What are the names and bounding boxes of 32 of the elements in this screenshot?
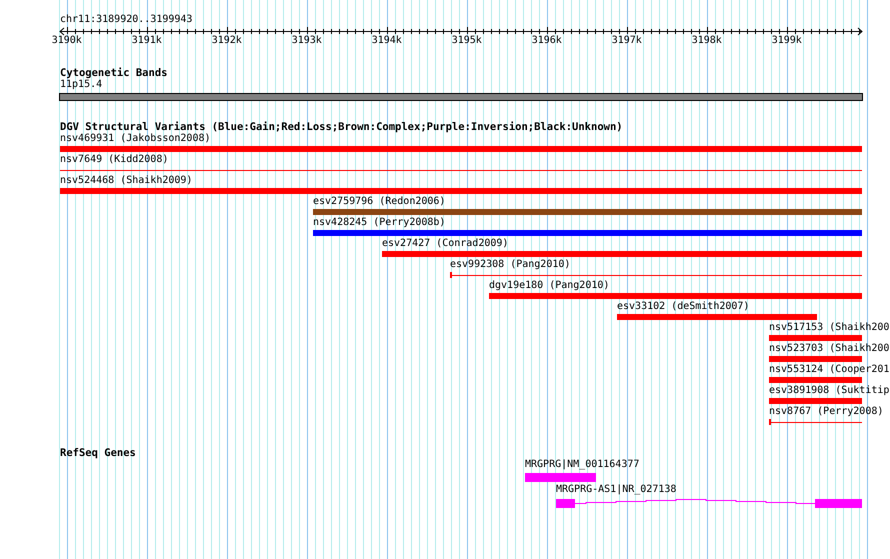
variant-label: esv992308 (Pang2010) <box>450 259 570 271</box>
tick-label: 3190k <box>52 35 82 47</box>
band-label: 11p15.4 <box>60 79 102 91</box>
tick-label: 3192k <box>212 35 242 47</box>
tick-label: 3194k <box>372 35 402 47</box>
tick-label: 3195k <box>452 35 482 47</box>
variant-label: nsv553124 (Cooper201 <box>769 364 890 376</box>
track-title: DGV Structural Variants (Blue:Gain;Red:Loss;Brown:Complex;Purple:Inversion;Black:Unknown) <box>60 121 623 133</box>
track-title: Cytogenetic Bands <box>60 67 168 79</box>
tick-label: 3196k <box>532 35 562 47</box>
variant-label: nsv517153 (Shaikh200 <box>769 322 890 334</box>
variant-label: esv3891908 (Suktitip <box>769 385 890 397</box>
variant-label: nsv523703 (Shaikh200 <box>769 343 890 355</box>
gene-label: MRGPRG-AS1|NR_027138 <box>556 484 676 496</box>
variant-label: esv27427 (Conrad2009) <box>382 238 508 250</box>
variant-label: esv33102 (deSmith2007) <box>617 301 750 313</box>
variant-label: nsv8767 (Perry2008) <box>769 406 884 418</box>
variant-label: nsv428245 (Perry2008b) <box>313 217 446 229</box>
variant-label: nsv7649 (Kidd2008) <box>60 154 168 166</box>
variant-label: nsv469931 (Jakobsson2008) <box>60 133 211 145</box>
track-title: RefSeq Genes <box>60 447 136 459</box>
position-label: chr11:3189920..3199943 <box>60 14 192 26</box>
tick-label: 3193k <box>292 35 322 47</box>
variant-label: nsv524468 (Shaikh2009) <box>60 175 192 187</box>
tick-label: 3191k <box>132 35 162 47</box>
tick-label: 3197k <box>612 35 642 47</box>
variant-label: dgv19e180 (Pang2010) <box>489 280 610 292</box>
tick-label: 3198k <box>692 35 722 47</box>
tick-label: 3199k <box>772 35 802 47</box>
gene-exon <box>525 473 596 482</box>
variant-label: esv2759796 (Redon2006) <box>313 196 446 208</box>
gene-label: MRGPRG|NM_001164377 <box>525 459 640 471</box>
